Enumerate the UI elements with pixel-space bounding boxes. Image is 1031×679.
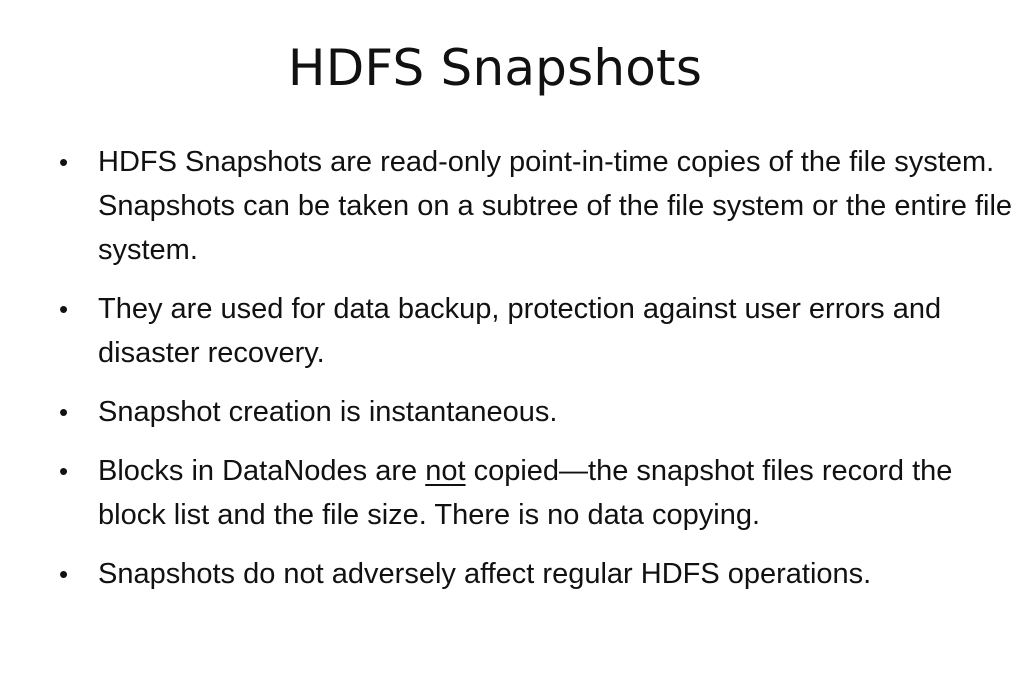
bullet-item: • Blocks in DataNodes are not copied—the… [55, 449, 1015, 537]
bullet-marker: • [59, 147, 69, 177]
slide-title: HDFS Snapshots [287, 39, 703, 97]
bullet-item: • Snapshots do not adversely affect regu… [55, 552, 1015, 596]
bullet-text-pre: Blocks in DataNodes are [98, 455, 426, 487]
bullet-marker: • [59, 294, 69, 324]
bullet-text: Snapshots do not adversely affect regula… [98, 558, 872, 590]
bullet-text-emphasis: not [425, 455, 466, 487]
bullet-list: • HDFS Snapshots are read-only point-in-… [55, 140, 1015, 611]
bullet-item: • They are used for data backup, protect… [55, 287, 1015, 375]
bullet-text: HDFS Snapshots are read-only point-in-ti… [98, 146, 1013, 266]
bullet-text: Snapshot creation is instantaneous. [98, 396, 558, 428]
slide: HDFS Snapshots • HDFS Snapshots are read… [0, 0, 1031, 679]
bullet-text: They are used for data backup, protectio… [98, 293, 942, 369]
bullet-item: • HDFS Snapshots are read-only point-in-… [55, 140, 1015, 272]
bullet-marker: • [59, 397, 69, 427]
bullet-marker: • [59, 559, 69, 589]
bullet-item: • Snapshot creation is instantaneous. [55, 390, 1015, 434]
bullet-marker: • [59, 456, 69, 486]
